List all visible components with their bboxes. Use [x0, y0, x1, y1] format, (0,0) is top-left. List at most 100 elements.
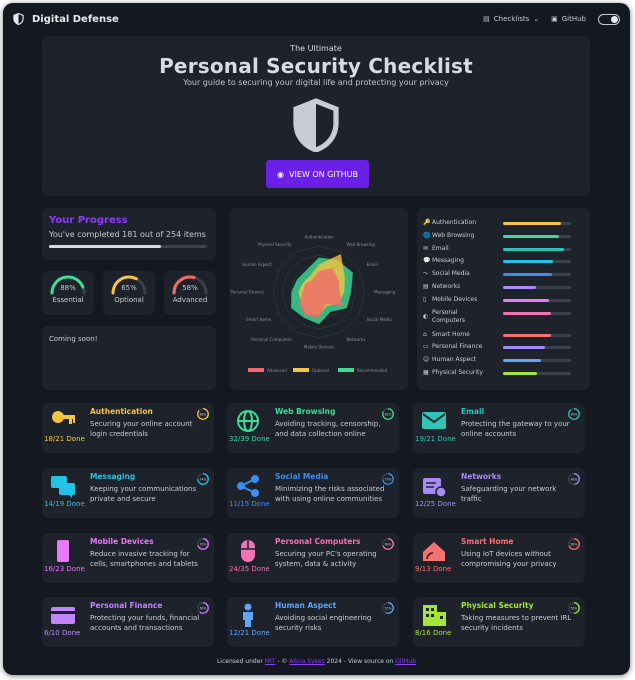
section-done-count: 19/21 Done — [415, 435, 456, 443]
section-title: Web Browsing — [275, 407, 336, 416]
section-done-count: 32/39 Done — [229, 435, 270, 443]
share-icon — [237, 475, 259, 497]
view-on-github-button[interactable]: ◉ VIEW ON GITHUB — [266, 160, 369, 188]
github-icon: ◉ — [277, 169, 284, 179]
section-title: Personal Computers — [275, 537, 361, 546]
app-window: Digital Defense ▤ Checklists ⌄ ▣ GitHub … — [3, 3, 630, 675]
radar-axis-label: Web Browsing — [347, 242, 376, 247]
category-progress-fill — [503, 248, 565, 251]
theme-toggle[interactable] — [598, 13, 620, 25]
section-card[interactable]: Web Browsing Avoiding tracking, censorshi… — [227, 403, 399, 453]
radar-legend-label: Recommended — [357, 368, 387, 373]
progress-bar — [49, 245, 207, 248]
router-icon: ▤ — [423, 282, 429, 290]
category-row[interactable]: 🌐 Web Browsing — [423, 232, 474, 239]
section-done-count: 8/16 Done — [415, 629, 452, 637]
section-card[interactable]: Authentication Securing your online accou… — [42, 403, 214, 453]
section-progress-ring: 48% — [568, 473, 580, 485]
author-link[interactable]: Alicia Sykes — [289, 658, 324, 665]
category-progress-fill — [503, 312, 551, 315]
section-done-count: 18/21 Done — [44, 435, 85, 443]
section-done-count: 24/35 Done — [229, 565, 270, 573]
section-ring-label: 50% — [571, 606, 578, 610]
section-card[interactable]: Networks Safeguarding your network traffi… — [413, 468, 585, 518]
section-card[interactable]: Personal Finance Protecting your funds, f… — [42, 597, 214, 647]
gauge-advanced: 58% Advanced — [164, 271, 216, 315]
radar-legend-swatch — [248, 368, 264, 372]
progress-summary: You've completed 181 out of 254 items — [49, 230, 206, 239]
category-progress-bar — [503, 260, 571, 263]
category-progress-fill — [503, 286, 536, 289]
section-card[interactable]: Personal Computers Securing your PC's ope… — [227, 533, 399, 583]
category-row[interactable]: ✉ Email — [423, 245, 449, 252]
building-icon: ▦ — [423, 368, 429, 376]
category-row[interactable]: ▯ Mobile Devices — [423, 296, 477, 303]
category-row[interactable]: 💬 Messaging — [423, 257, 464, 264]
section-progress-ring: 69% — [382, 538, 394, 550]
gauge-percent: 58% — [182, 284, 198, 292]
category-row[interactable]: ▤ Networks — [423, 283, 460, 290]
section-title: Authentication — [90, 407, 153, 416]
category-row[interactable]: 🔑 Authentication — [423, 219, 476, 226]
category-label: Smart Home — [432, 331, 470, 338]
globe-icon: 🌐 — [423, 231, 431, 239]
router-icon — [423, 478, 447, 498]
clipboard-icon: ▤ — [483, 15, 490, 23]
radar-axis-label: Networks — [347, 337, 366, 342]
section-card[interactable]: Physical Security Taking measures to prev… — [413, 597, 585, 647]
shield-icon — [293, 98, 339, 152]
progress-card: Your Progress You've completed 181 out o… — [42, 208, 216, 260]
brand[interactable]: Digital Defense — [13, 13, 119, 25]
section-done-count: 12/25 Done — [415, 500, 456, 508]
section-description: Avoiding social engineering security ris… — [275, 614, 372, 632]
category-row[interactable]: ⌂ Smart Home — [423, 331, 470, 338]
section-title: Personal Finance — [90, 601, 163, 610]
category-progress-bar — [503, 222, 571, 225]
chat-icon — [51, 476, 75, 498]
category-row[interactable]: ☺ Human Aspect — [423, 356, 476, 363]
footer-text: 2024 - View source on — [324, 658, 396, 665]
envelope-icon: ✉ — [423, 244, 429, 252]
share-icon: ⤳ — [423, 269, 428, 277]
category-row[interactable]: ◐ Personal Computers — [423, 309, 482, 325]
category-progress-fill — [503, 222, 562, 225]
section-ring-label: 69% — [385, 542, 392, 546]
category-progress-fill — [503, 235, 559, 238]
key-icon: 🔑 — [423, 218, 431, 226]
radar-axis-label: Physical Security — [258, 242, 293, 247]
section-card[interactable]: Email Protecting the gateway to your onli… — [413, 403, 585, 453]
footer-text: Licensed under — [216, 658, 265, 665]
section-card[interactable]: Human Aspect Avoiding social engineering … — [227, 597, 399, 647]
category-label: Networks — [432, 283, 461, 290]
section-description: Securing your online account login crede… — [90, 420, 193, 438]
category-progress-bar — [503, 312, 571, 315]
category-row[interactable]: ▭ Personal Finance — [423, 343, 482, 350]
progress-title: Your Progress — [49, 215, 128, 226]
source-link[interactable]: GitHub — [395, 658, 416, 665]
gauge-label: Optional — [114, 296, 144, 304]
brand-name: Digital Defense — [32, 13, 119, 25]
category-label: Mobile Devices — [432, 296, 478, 303]
checklists-menu[interactable]: ▤ Checklists ⌄ — [483, 15, 539, 23]
license-link[interactable]: MIT — [265, 658, 276, 665]
category-row[interactable]: ▦ Physical Security — [423, 369, 483, 376]
section-title: Smart Home — [461, 537, 514, 546]
section-description: Avoiding tracking, censorship, and data … — [275, 420, 381, 438]
section-description: Reduce invasive tracking for cells, smar… — [90, 550, 198, 568]
section-card[interactable]: Messaging Keeping your communications pri… — [42, 468, 214, 518]
home-icon — [423, 542, 445, 561]
section-card[interactable]: Mobile Devices Reduce invasive tracking f… — [42, 533, 214, 583]
category-row[interactable]: ⤳ Social Media — [423, 270, 470, 277]
section-card[interactable]: Smart Home Using IoT devices without comp… — [413, 533, 585, 583]
hero-title: Personal Security Checklist — [159, 54, 473, 78]
category-progress-bar — [503, 235, 571, 238]
github-label: GitHub — [561, 15, 586, 23]
chat-icon: 💬 — [423, 256, 431, 264]
shield-logo-icon — [13, 13, 24, 25]
section-card[interactable]: Social Media Minimizing the risks associa… — [227, 468, 399, 518]
category-progress-bar — [503, 273, 571, 276]
radar-axis-label: Email — [367, 262, 378, 267]
github-link[interactable]: ▣ GitHub — [551, 15, 586, 23]
section-description: Protecting the gateway to your online ac… — [461, 420, 570, 438]
section-ring-label: 48% — [571, 477, 578, 481]
